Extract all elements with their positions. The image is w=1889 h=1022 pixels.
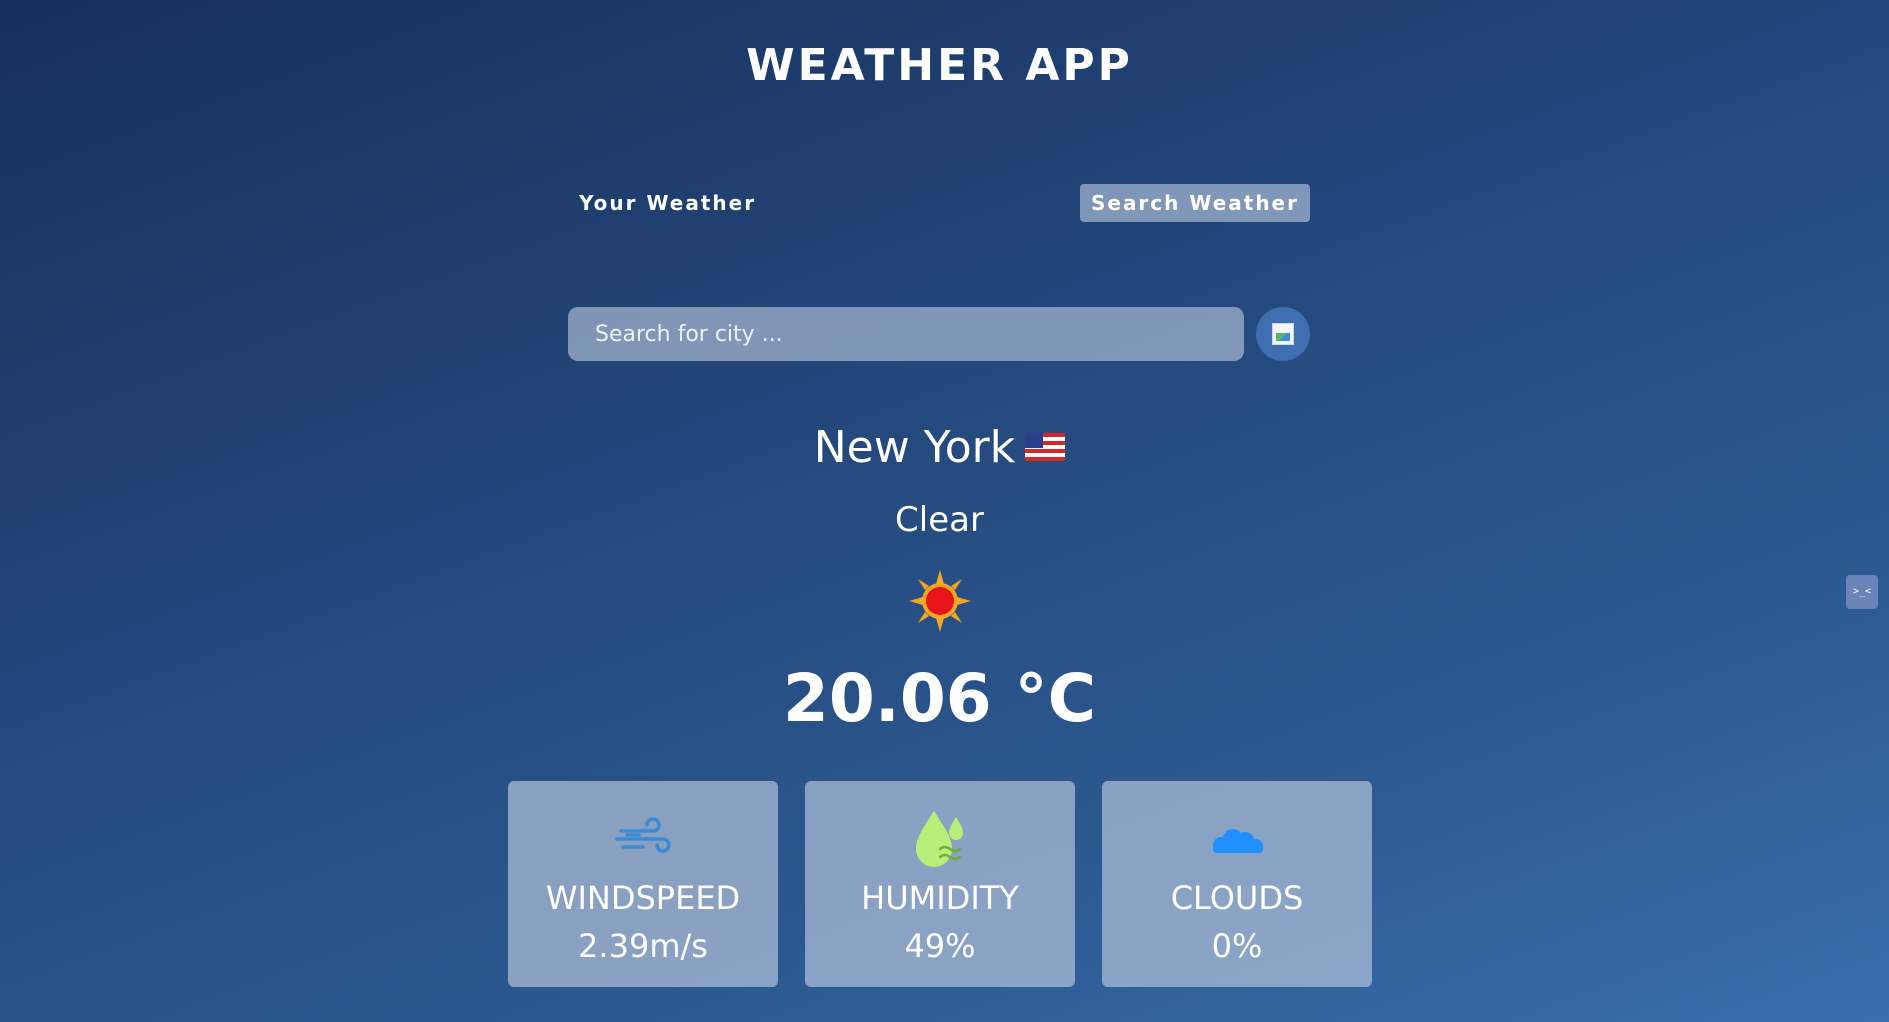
app-title: WEATHER APP: [746, 40, 1133, 91]
tab-search-weather[interactable]: Search Weather: [1079, 184, 1310, 222]
stat-value: 2.39m/s: [578, 927, 708, 965]
stats-cards: WINDSPEED 2.39m/s HUMIDITY 49% CLOUDS 0%: [508, 781, 1372, 987]
clouds-card: CLOUDS 0%: [1102, 781, 1372, 987]
side-extension-widget[interactable]: >_<: [1846, 575, 1878, 609]
city-name-row: New York: [0, 422, 1879, 473]
stat-label: CLOUDS: [1170, 879, 1304, 917]
broken-image-icon: [1272, 323, 1294, 345]
sun-icon: [909, 570, 971, 632]
wind-icon: [615, 817, 671, 853]
stat-label: HUMIDITY: [861, 879, 1019, 917]
humidity-card: HUMIDITY 49%: [805, 781, 1075, 987]
weather-condition: Clear: [895, 500, 984, 540]
humidity-icon: [916, 811, 963, 867]
search-button[interactable]: [1256, 307, 1310, 361]
city-search-input[interactable]: [568, 307, 1244, 361]
cloud-icon: [1213, 829, 1263, 853]
tab-your-weather[interactable]: Your Weather: [568, 184, 767, 222]
search-form: [568, 307, 1310, 361]
stat-value: 49%: [904, 927, 976, 965]
temperature: 20.06 °C: [782, 660, 1097, 737]
city-name: New York: [813, 422, 1016, 473]
us-flag-icon: [1025, 433, 1066, 461]
windspeed-card: WINDSPEED 2.39m/s: [508, 781, 778, 987]
stat-value: 0%: [1211, 927, 1263, 965]
tab-bar: Your Weather Search Weather: [568, 184, 1310, 222]
stat-label: WINDSPEED: [545, 879, 741, 917]
